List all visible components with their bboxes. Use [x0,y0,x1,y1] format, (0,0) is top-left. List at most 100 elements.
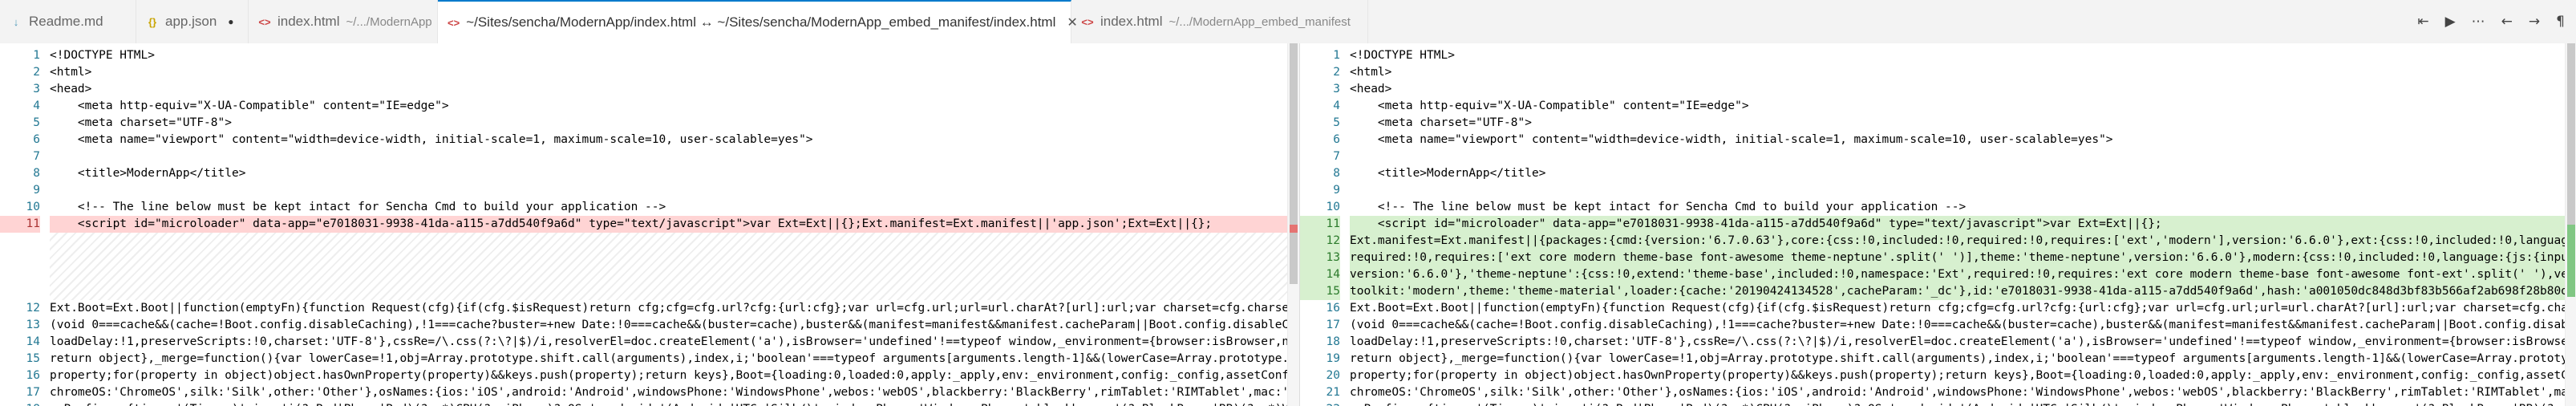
code-line[interactable]: osPrefixes:{tizen:'(Tizen )',ios:'i(?:Pa… [1350,401,2566,406]
tab-description: ~/.../ModernApp [346,14,432,29]
tab-label: app.json [165,14,217,29]
line-number: 10 [1326,201,1340,213]
vertical-scrollbar[interactable] [1287,43,1299,406]
line-number: 11 [1300,216,1340,233]
code-line[interactable]: osPrefixes:{tizen:'(Tizen )',ios:'i(?:Pa… [50,401,1288,406]
line-number: 9 [1333,184,1340,197]
line-number: 13 [26,319,40,331]
line-number: 3 [33,83,40,95]
code-line[interactable]: (void 0===cache&&(cache=!Boot.config.dis… [1350,317,2566,334]
line-number: 3 [1333,83,1340,95]
tab-app-json[interactable]: {} app.json ● [136,0,249,43]
code-line[interactable]: <head> [50,81,1288,98]
code-line[interactable]: Ext.Boot=Ext.Boot||function(emptyFn){fun… [1350,300,2566,317]
line-number: 14 [1300,266,1340,283]
code-line[interactable] [50,148,1288,165]
line-number: 9 [33,184,40,197]
code-line[interactable]: property;for(property in object)object.h… [50,367,1288,384]
code-line[interactable]: loadDelay:!1,preserveScripts:!0,charset:… [50,334,1288,351]
code-line[interactable]: <title>ModernApp</title> [1350,165,2566,182]
line-number: 4 [33,99,40,112]
inserted-line[interactable]: version:'6.6.0'},'theme-neptune':{css:!0… [1350,266,2566,283]
line-number: 6 [1333,133,1340,146]
more-icon[interactable]: ⋯ [2472,14,2485,30]
line-number: 19 [1326,352,1340,365]
inserted-line[interactable]: toolkit:'modern',theme:'theme-material',… [1350,283,2566,300]
line-number: 5 [1333,116,1340,129]
code-line[interactable]: <head> [1350,81,2566,98]
code-line[interactable]: <title>ModernApp</title> [50,165,1288,182]
scrollbar-thumb[interactable] [1290,43,1298,284]
line-number: 15 [26,352,40,365]
editor-tab-bar: ↓ Readme.md {} app.json ● <> index.html … [0,0,2576,44]
line-number: 18 [0,401,40,406]
overview-ruler-deletion [1290,225,1298,233]
code-line[interactable]: return object},_merge=function(){var low… [50,351,1288,367]
line-number: 11 [0,216,40,233]
line-number-gutter: 123456789101112131415161718 [0,43,45,406]
line-number: 20 [1326,369,1340,382]
diff-filler [50,233,1288,300]
code-line[interactable]: chromeOS:'ChromeOS',silk:'Silk',other:'O… [50,384,1288,401]
line-number: 21 [1326,386,1340,399]
code-line[interactable]: <!-- The line below must be kept intact … [1350,199,2566,216]
deleted-line[interactable]: <script id="microloader" data-app="e7018… [50,216,1288,233]
tab-readme[interactable]: ↓ Readme.md [0,0,136,43]
line-number: 16 [1326,302,1340,315]
previous-change-icon[interactable]: ← [2501,14,2513,30]
line-number: 7 [33,150,40,163]
code-line[interactable]: (void 0===cache&&(cache=!Boot.config.dis… [50,317,1288,334]
inserted-line[interactable]: required:!0,requires:['ext core modern t… [1350,250,2566,266]
code-line[interactable]: <meta charset="UTF-8"> [50,115,1288,132]
code-line[interactable]: <meta charset="UTF-8"> [1350,115,2566,132]
code-area[interactable]: <!DOCTYPE HTML> <html> <head> <meta http-e… [50,43,1288,406]
code-line[interactable]: <!-- The line below must be kept intact … [50,199,1288,216]
next-change-icon[interactable]: → [2529,14,2540,30]
open-changes-icon[interactable]: ⇤ [2417,14,2428,30]
line-number: 14 [26,335,40,348]
code-line[interactable]: <meta name="viewport" content="width=dev… [1350,132,2566,148]
tab-diff-index[interactable]: <> ~/Sites/sencha/ModernApp/index.html ↔… [438,0,1078,43]
code-line[interactable] [1350,182,2566,199]
tab-index-modernapp[interactable]: <> index.html ~/.../ModernApp [249,0,438,43]
code-line[interactable]: chromeOS:'ChromeOS',silk:'Silk',other:'O… [1350,384,2566,401]
code-line[interactable]: <meta http-equiv="X-UA-Compatible" conte… [1350,98,2566,115]
code-line[interactable]: <meta http-equiv="X-UA-Compatible" conte… [50,98,1288,115]
line-number: 17 [26,386,40,399]
line-number: 2 [33,66,40,79]
line-number: 4 [1333,99,1340,112]
modified-editor-pane[interactable]: 12345678910111213141516171819202122 <!DO… [1299,43,2576,406]
code-area[interactable]: <!DOCTYPE HTML> <html> <head> <meta http-e… [1350,43,2566,406]
code-line[interactable]: <!DOCTYPE HTML> [50,47,1288,64]
code-line[interactable]: <meta name="viewport" content="width=dev… [50,132,1288,148]
line-number: 8 [1333,167,1340,180]
code-line[interactable] [1350,148,2566,165]
tab-label: ~/Sites/sencha/ModernApp/index.html ↔ ~/… [466,14,1056,30]
html-icon: <> [1081,15,1094,28]
html-icon: <> [258,15,271,28]
inserted-line[interactable]: Ext.manifest=Ext.manifest||{packages:{cm… [1350,233,2566,250]
run-icon[interactable]: ▶ [2445,14,2456,30]
inserted-line[interactable]: <script id="microloader" data-app="e7018… [1350,216,2566,233]
line-number: 1 [33,49,40,62]
code-line[interactable]: loadDelay:!1,preserveScripts:!0,charset:… [1350,334,2566,351]
tab-index-embed-manifest[interactable]: <> index.html ~/.../ModernApp_embed_mani… [1071,0,1368,43]
code-line[interactable]: property;for(property in object)object.h… [1350,367,2566,384]
line-number: 7 [1333,150,1340,163]
vertical-scrollbar[interactable] [2565,43,2576,406]
line-number: 8 [33,167,40,180]
line-number: 10 [26,201,40,213]
unsaved-dot-icon[interactable]: ● [228,16,233,27]
code-line[interactable]: <html> [50,64,1288,81]
code-line[interactable] [50,182,1288,199]
code-line[interactable]: <!DOCTYPE HTML> [1350,47,2566,64]
line-number: 15 [1300,283,1340,300]
code-line[interactable]: Ext.Boot=Ext.Boot||function(emptyFn){fun… [50,300,1288,317]
line-number: 12 [1300,233,1340,250]
code-line[interactable]: return object},_merge=function(){var low… [1350,351,2566,367]
line-number: 18 [1326,335,1340,348]
line-number: 2 [1333,66,1340,79]
original-editor-pane[interactable]: 123456789101112131415161718 <!DOCTYPE HT… [0,43,1299,406]
code-line[interactable]: <html> [1350,64,2566,81]
whitespace-icon[interactable]: ¶ [2556,14,2565,30]
